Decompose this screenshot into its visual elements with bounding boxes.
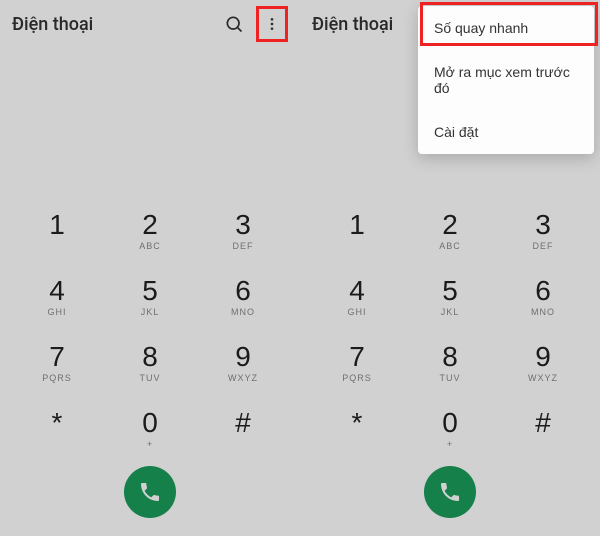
key-0[interactable]: 0+ <box>111 400 189 458</box>
dialpad: 1 2ABC 3DEF 4GHI 5JKL 6MNO 7PQRS 8TUV 9W… <box>300 202 600 536</box>
key-0[interactable]: 0+ <box>411 400 489 458</box>
dialpad: 1 2ABC 3DEF 4GHI 5JKL 6MNO 7PQRS 8TUV 9W… <box>0 202 300 536</box>
key-1[interactable]: 1 <box>18 202 96 260</box>
key-star[interactable]: * <box>18 400 96 458</box>
call-button[interactable] <box>124 466 176 518</box>
menu-settings[interactable]: Cài đặt <box>418 110 594 154</box>
key-5[interactable]: 5JKL <box>411 268 489 326</box>
options-menu: Số quay nhanh Mở ra mục xem trước đó Cài… <box>418 6 594 154</box>
key-4[interactable]: 4GHI <box>18 268 96 326</box>
key-6[interactable]: 6MNO <box>204 268 282 326</box>
key-2[interactable]: 2ABC <box>411 202 489 260</box>
more-vertical-icon <box>264 16 280 32</box>
phone-icon <box>438 480 462 504</box>
key-8[interactable]: 8TUV <box>411 334 489 392</box>
key-4[interactable]: 4GHI <box>318 268 396 326</box>
key-7[interactable]: 7PQRS <box>318 334 396 392</box>
key-6[interactable]: 6MNO <box>504 268 582 326</box>
header: Điện thoại <box>0 0 300 48</box>
key-hash[interactable]: # <box>204 400 282 458</box>
key-8[interactable]: 8TUV <box>111 334 189 392</box>
page-title: Điện thoại <box>12 14 212 35</box>
search-icon <box>224 14 244 34</box>
key-7[interactable]: 7PQRS <box>18 334 96 392</box>
menu-speed-dial[interactable]: Số quay nhanh <box>418 6 594 50</box>
key-9[interactable]: 9WXYZ <box>504 334 582 392</box>
phone-icon <box>138 480 162 504</box>
search-button[interactable] <box>220 10 248 38</box>
key-5[interactable]: 5JKL <box>111 268 189 326</box>
key-3[interactable]: 3DEF <box>204 202 282 260</box>
call-button[interactable] <box>424 466 476 518</box>
key-hash[interactable]: # <box>504 400 582 458</box>
phone-screen-left: Điện thoại 1 2ABC 3DEF 4GHI 5JKL 6MNO 7P… <box>0 0 300 536</box>
phone-screen-right: Điện thoại 1 2ABC 3DEF 4GHI 5JKL 6MNO 7P… <box>300 0 600 536</box>
key-1[interactable]: 1 <box>318 202 396 260</box>
key-3[interactable]: 3DEF <box>504 202 582 260</box>
key-2[interactable]: 2ABC <box>111 202 189 260</box>
menu-open-previous[interactable]: Mở ra mục xem trước đó <box>418 50 594 110</box>
more-options-button[interactable] <box>256 6 288 42</box>
content-area <box>0 48 300 202</box>
key-star[interactable]: * <box>318 400 396 458</box>
key-9[interactable]: 9WXYZ <box>204 334 282 392</box>
